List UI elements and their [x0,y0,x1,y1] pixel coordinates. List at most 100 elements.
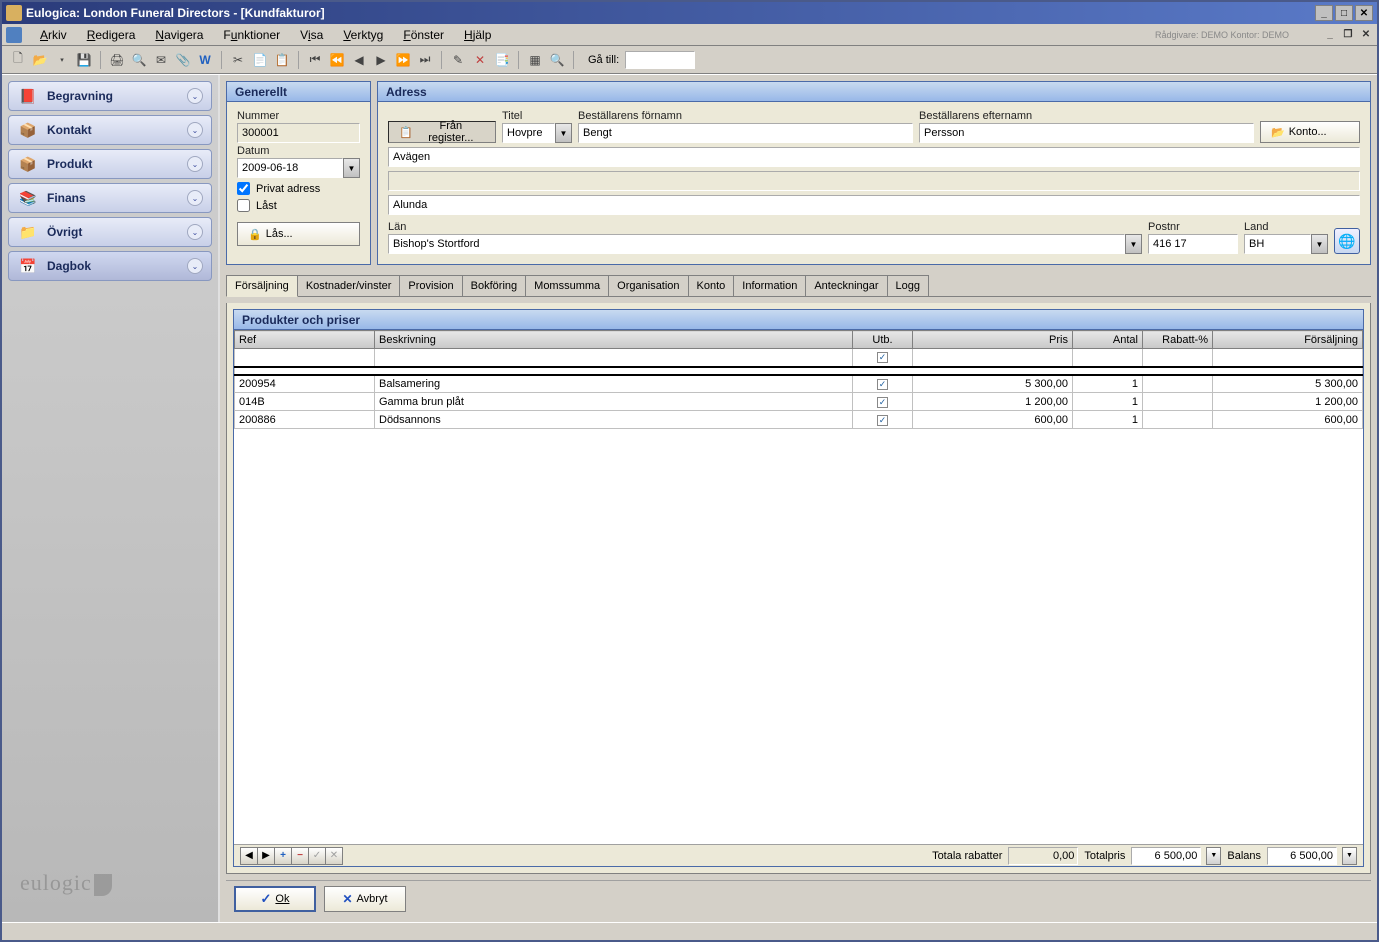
titel-dropdown[interactable]: ▼ [555,123,572,143]
open-dropdown[interactable]: ▾ [52,50,72,70]
land-dropdown[interactable]: ▼ [1311,234,1328,254]
ok-button[interactable]: ✓ Ok [234,886,316,912]
menu-redigera[interactable]: Redigera [79,26,144,44]
chevron-down-icon[interactable]: ⌄ [187,258,203,274]
fornamn-field[interactable] [578,123,913,143]
copy-icon[interactable]: 📄 [250,50,270,70]
col-forsaljning[interactable]: Försäljning [1213,331,1363,349]
privat-checkbox[interactable]: Privat adress [237,182,360,195]
table-row[interactable]: 200886Dödsannons✓600,001600,00 [235,411,1363,429]
col-ref[interactable]: Ref [235,331,375,349]
checkbox-icon[interactable]: ✓ [877,379,888,390]
checkbox-icon[interactable]: ✓ [877,352,888,363]
mdi-minimize[interactable]: _ [1323,28,1337,42]
maximize-button[interactable]: □ [1335,5,1353,21]
efternamn-field[interactable] [919,123,1254,143]
datum-dropdown[interactable]: ▼ [343,158,360,178]
menu-arkiv[interactable]: Arkiv [32,26,75,44]
grid-remove-icon[interactable]: − [291,847,309,865]
nav-next-icon[interactable]: ▶ [371,50,391,70]
close-button[interactable]: ✕ [1355,5,1373,21]
word-icon[interactable]: W [195,50,215,70]
konto-button[interactable]: 📂 Konto... [1260,121,1360,143]
menu-visa[interactable]: Visa [292,26,331,44]
grid-cancel-icon[interactable]: ✕ [325,847,343,865]
find-icon[interactable]: 🔍 [547,50,567,70]
sidebar-item-finans[interactable]: 📚 Finans ⌄ [8,183,212,213]
chevron-down-icon[interactable]: ⌄ [187,122,203,138]
datum-field[interactable] [237,158,343,178]
col-beskrivning[interactable]: Beskrivning [375,331,853,349]
balans-dropdown[interactable]: ▼ [1342,847,1357,865]
chevron-down-icon[interactable]: ⌄ [187,88,203,104]
menu-navigera[interactable]: Navigera [147,26,211,44]
sidebar-item-ovrigt[interactable]: 📁 Övrigt ⌄ [8,217,212,247]
minimize-button[interactable]: _ [1315,5,1333,21]
postnr-field[interactable] [1148,234,1238,254]
tab-konto[interactable]: Konto [688,275,735,296]
sidebar-item-produkt[interactable]: 📦 Produkt ⌄ [8,149,212,179]
balans-value[interactable]: 6 500,00 [1267,847,1337,865]
address-line3[interactable] [388,195,1360,215]
totalpris-dropdown[interactable]: ▼ [1206,847,1221,865]
chevron-down-icon[interactable]: ⌄ [187,156,203,172]
table-row[interactable]: 200954Balsamering✓5 300,0015 300,00 [235,375,1363,393]
sidebar-item-kontakt[interactable]: 📦 Kontakt ⌄ [8,115,212,145]
attach-icon[interactable]: 📎 [173,50,193,70]
new-icon[interactable]: 🗋 [8,50,28,70]
nav-first-icon[interactable]: ⏮ [305,50,325,70]
col-antal[interactable]: Antal [1073,331,1143,349]
checkbox-icon[interactable]: ✓ [877,397,888,408]
col-pris[interactable]: Pris [913,331,1073,349]
tab-organisation[interactable]: Organisation [608,275,688,296]
grid-add-icon[interactable]: + [274,847,292,865]
tab-information[interactable]: Information [733,275,806,296]
las-button[interactable]: 🔒 Lås... [237,222,360,246]
menu-hjalp[interactable]: Hjälp [456,26,499,44]
sidebar-item-dagbok[interactable]: 📅 Dagbok ⌄ [8,251,212,281]
products-table[interactable]: Ref Beskrivning Utb. Pris Antal Rabatt-%… [234,330,1363,429]
col-utb[interactable]: Utb. [853,331,913,349]
mail-icon[interactable]: ✉ [151,50,171,70]
sidebar-item-begravning[interactable]: 📕 Begravning ⌄ [8,81,212,111]
globe-button[interactable]: 🌐 [1334,228,1360,254]
grid-icon[interactable]: ▦ [525,50,545,70]
lan-dropdown[interactable]: ▼ [1125,234,1142,254]
last-checkbox[interactable]: Låst [237,199,360,212]
privat-check-input[interactable] [237,182,250,195]
tab-logg[interactable]: Logg [887,275,929,296]
last-check-input[interactable] [237,199,250,212]
tab-bokforing[interactable]: Bokföring [462,275,526,296]
nummer-field[interactable] [237,123,360,143]
menu-fonster[interactable]: Fönster [395,26,452,44]
address-line1[interactable] [388,147,1360,167]
goto-input[interactable] [625,51,695,69]
print-icon[interactable]: 🖨 [107,50,127,70]
tab-kostnader[interactable]: Kostnader/vinster [297,275,401,296]
cut-icon[interactable]: ✂ [228,50,248,70]
tab-anteckningar[interactable]: Anteckningar [805,275,887,296]
nav-prev-fast-icon[interactable]: ⏪ [327,50,347,70]
paste-icon[interactable]: 📋 [272,50,292,70]
totalpris-value[interactable]: 6 500,00 [1131,847,1201,865]
nav-prev-icon[interactable]: ◀ [349,50,369,70]
delete-icon[interactable]: ✕ [470,50,490,70]
copy2-icon[interactable]: 📑 [492,50,512,70]
edit-icon[interactable]: ✎ [448,50,468,70]
menu-verktyg[interactable]: Verktyg [335,26,391,44]
chevron-down-icon[interactable]: ⌄ [187,190,203,206]
preview-icon[interactable]: 🔍 [129,50,149,70]
save-icon[interactable]: 💾 [74,50,94,70]
open-icon[interactable]: 📂 [30,50,50,70]
checkbox-icon[interactable]: ✓ [877,415,888,426]
menu-funktioner[interactable]: Funktioner [215,26,288,44]
mdi-close[interactable]: ✕ [1359,28,1373,42]
from-register-button[interactable]: 📋 Från register... [388,121,496,143]
land-field[interactable] [1244,234,1311,254]
nav-next-fast-icon[interactable]: ⏩ [393,50,413,70]
chevron-down-icon[interactable]: ⌄ [187,224,203,240]
tab-forsaljning[interactable]: Försäljning [226,275,298,297]
col-rabatt[interactable]: Rabatt-% [1143,331,1213,349]
address-line2[interactable] [388,171,1360,191]
tab-momssumma[interactable]: Momssumma [525,275,609,296]
